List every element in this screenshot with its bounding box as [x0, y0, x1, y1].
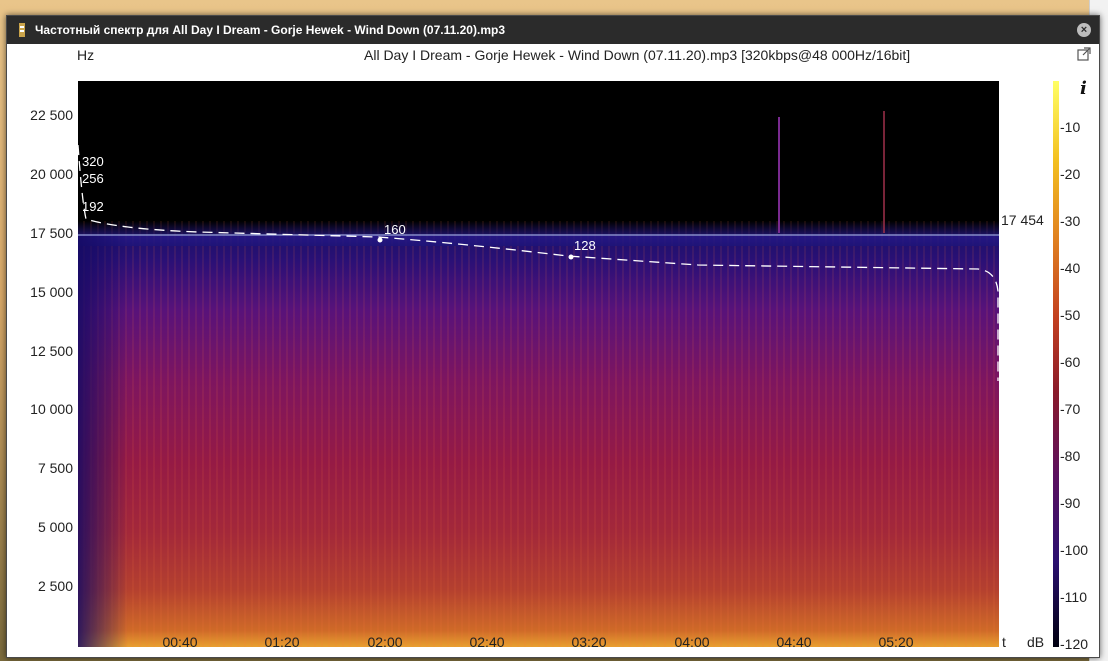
- y-tick: 2 500: [37, 578, 73, 594]
- bitrate-label: 128: [574, 238, 596, 253]
- colorbar-tick: -60: [1060, 354, 1081, 370]
- spectrum-app-icon: [17, 22, 27, 38]
- spectrogram[interactable]: [78, 81, 999, 647]
- bitrate-marker: [568, 254, 574, 260]
- spectrum-content: Hz All Day I Dream - Gorje Hewek - Wind …: [7, 44, 1099, 657]
- x-tick: 05:20: [878, 634, 914, 650]
- spectrum-window: Частотный спектр для All Day I Dream - G…: [6, 15, 1100, 658]
- colorbar-tick: -100: [1060, 542, 1089, 558]
- x-axis-unit: t: [1002, 634, 1006, 650]
- y-tick: 10 000: [30, 401, 73, 417]
- y-tick: 15 000: [30, 284, 73, 300]
- colorbar-tick: -120: [1060, 636, 1089, 652]
- info-icon[interactable]: i: [1080, 78, 1087, 99]
- colorbar-tick: -80: [1060, 448, 1081, 464]
- colorbar-tick: -20: [1060, 166, 1081, 182]
- popout-icon[interactable]: [1076, 46, 1092, 62]
- bitrate-curve: [78, 144, 999, 381]
- x-tick: 03:20: [571, 634, 607, 650]
- cutoff-frequency-label: 17 454: [1001, 212, 1044, 228]
- bitrate-label: 192: [82, 199, 104, 214]
- colorbar-tick: -50: [1060, 307, 1081, 323]
- y-axis-unit: Hz: [77, 47, 95, 63]
- colorbar-tick: -40: [1060, 260, 1081, 276]
- colorbar-tick: -70: [1060, 401, 1081, 417]
- y-tick: 12 500: [30, 343, 73, 359]
- x-tick: 01:20: [264, 634, 300, 650]
- y-tick: 5 000: [37, 519, 73, 535]
- bitrate-label: 160: [384, 222, 406, 237]
- colorbar: [1053, 81, 1059, 647]
- x-tick: 00:40: [162, 634, 198, 650]
- colorbar-unit: dB: [1027, 634, 1045, 650]
- colorbar-tick: -30: [1060, 213, 1081, 229]
- close-icon[interactable]: ×: [1077, 23, 1091, 37]
- x-tick: 04:40: [776, 634, 812, 650]
- y-tick: 20 000: [30, 166, 73, 182]
- bitrate-label: 256: [82, 171, 104, 186]
- x-tick: 04:00: [674, 634, 710, 650]
- y-tick: 17 500: [30, 225, 73, 241]
- colorbar-tick: -10: [1060, 119, 1081, 135]
- y-tick: 22 500: [30, 107, 73, 123]
- x-tick: 02:40: [469, 634, 505, 650]
- bitrate-label: 320: [82, 154, 104, 169]
- colorbar-tick: -110: [1060, 589, 1087, 605]
- bitrate-marker: [377, 237, 383, 243]
- y-tick: 7 500: [37, 460, 73, 476]
- colorbar-tick: -90: [1060, 495, 1081, 511]
- spectrum-header: All Day I Dream - Gorje Hewek - Wind Dow…: [364, 47, 911, 63]
- window-title: Частотный спектр для All Day I Dream - G…: [35, 23, 505, 37]
- x-tick: 02:00: [367, 634, 403, 650]
- window-titlebar[interactable]: Частотный спектр для All Day I Dream - G…: [7, 16, 1099, 44]
